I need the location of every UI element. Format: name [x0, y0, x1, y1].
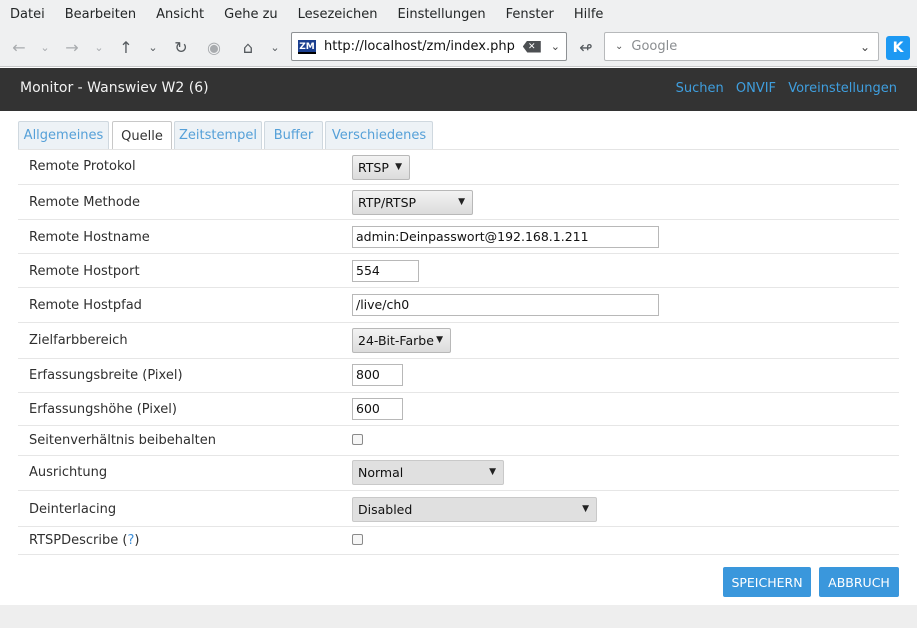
select-remote-protokol[interactable]: RTSP ▼: [352, 155, 410, 180]
menu-einstellungen[interactable]: Einstellungen: [398, 7, 486, 22]
input-erfassungsbreite[interactable]: 800: [352, 364, 403, 386]
page-title: Monitor - Wanswiev W2 (6): [20, 80, 209, 96]
label-remote-hostname: Remote Hostname: [29, 230, 150, 245]
menu-fenster[interactable]: Fenster: [506, 7, 554, 22]
input-remote-hostname[interactable]: admin:Deinpasswort@192.168.1.211: [352, 226, 659, 248]
label-seitenverhaeltnis: Seitenverhältnis beibehalten: [29, 433, 216, 448]
url-history-chevron-icon[interactable]: ⌄: [551, 40, 560, 53]
address-text[interactable]: http://localhost/zm/index.php: [324, 39, 523, 54]
form-row-ausrichtung: Ausrichtung Normal ▼: [18, 456, 899, 491]
label-remote-hostport: Remote Hostport: [29, 264, 140, 279]
checkbox-seitenverhaeltnis[interactable]: [352, 434, 363, 445]
label-erfassungsbreite: Erfassungsbreite (Pixel): [29, 368, 183, 383]
label-rtspdescribe: RTSPDescribe (?): [29, 533, 139, 548]
menu-hilfe[interactable]: Hilfe: [574, 7, 604, 22]
label-deinterlacing: Deinterlacing: [29, 502, 117, 517]
select-remote-protokol-value: RTSP: [358, 160, 389, 175]
form-row-remote-protokol: Remote Protokol RTSP ▼: [18, 150, 899, 185]
menu-datei[interactable]: Datei: [10, 7, 45, 22]
select-deinterlacing[interactable]: Disabled ▼: [352, 497, 597, 522]
form-row-erfassungsbreite: Erfassungsbreite (Pixel) 800: [18, 359, 899, 393]
cancel-button[interactable]: ABBRUCH: [819, 567, 899, 597]
search-engine-chevron-icon[interactable]: ⌄: [615, 41, 623, 52]
form-row-erfassungshoehe: Erfassungshöhe (Pixel) 600: [18, 393, 899, 426]
header-links: Suchen ONVIF Voreinstellungen: [668, 81, 897, 96]
menu-ansicht[interactable]: Ansicht: [156, 7, 204, 22]
up-history-chevron-icon[interactable]: ⌄: [143, 37, 163, 57]
home-icon[interactable]: ⌂: [238, 37, 258, 57]
form-row-remote-hostpfad: Remote Hostpfad /live/ch0: [18, 288, 899, 323]
go-arrow-icon[interactable]: ↫: [576, 37, 596, 57]
site-favicon-icon: ZM: [298, 39, 316, 54]
chevron-down-icon: ▼: [489, 467, 496, 477]
browser-menubar: Datei Bearbeiten Ansicht Gehe zu Lesezei…: [0, 0, 917, 28]
chevron-down-icon: ▼: [582, 504, 589, 514]
page-footer: [0, 605, 917, 628]
select-deinterlacing-value: Disabled: [358, 502, 413, 517]
back-arrow-icon[interactable]: ←: [9, 37, 29, 57]
select-ausrichtung[interactable]: Normal ▼: [352, 460, 504, 485]
select-zielfarbbereich[interactable]: 24-Bit-Farbe ▼: [352, 328, 451, 353]
chevron-down-icon: ▼: [436, 335, 443, 345]
menu-lesezeichen[interactable]: Lesezeichen: [298, 7, 378, 22]
tab-verschiedenes[interactable]: Verschiedenes: [325, 121, 433, 149]
form-row-remote-methode: Remote Methode RTP/RTSP ▼: [18, 185, 899, 220]
back-history-chevron-icon[interactable]: ⌄: [35, 37, 55, 57]
search-bar[interactable]: ⌄ Google ⌄: [604, 32, 879, 61]
input-erfassungshoehe[interactable]: 600: [352, 398, 403, 420]
input-remote-hostport[interactable]: 554: [352, 260, 419, 282]
tab-allgemeines[interactable]: Allgemeines: [18, 121, 109, 149]
app-header: Monitor - Wanswiev W2 (6) Suchen ONVIF V…: [0, 68, 917, 111]
up-arrow-icon[interactable]: ↑: [116, 37, 136, 57]
stop-icon[interactable]: ◉: [204, 37, 224, 57]
select-remote-methode-value: RTP/RTSP: [358, 195, 417, 210]
save-button[interactable]: SPEICHERN: [723, 567, 811, 597]
select-ausrichtung-value: Normal: [358, 465, 404, 480]
tab-buffer[interactable]: Buffer: [264, 121, 323, 149]
label-erfassungshoehe: Erfassungshöhe (Pixel): [29, 402, 177, 417]
search-input[interactable]: Google: [631, 39, 860, 54]
help-close-paren: ): [134, 533, 140, 548]
reload-icon[interactable]: ↻: [171, 37, 191, 57]
chevron-down-icon: ▼: [458, 197, 465, 207]
kde-logo-icon[interactable]: K: [886, 36, 910, 60]
form-row-seitenverhaeltnis: Seitenverhältnis beibehalten: [18, 426, 899, 456]
search-dropdown-icon[interactable]: ⌄: [860, 40, 870, 54]
forward-history-chevron-icon[interactable]: ⌄: [89, 37, 109, 57]
browser-toolbar: ← ⌄ → ⌄ ↑ ⌄ ↻ ◉ ⌂ ⌄ ZM http://localhost/…: [0, 28, 917, 67]
menu-bearbeiten[interactable]: Bearbeiten: [65, 7, 136, 22]
select-remote-methode[interactable]: RTP/RTSP ▼: [352, 190, 473, 215]
input-remote-hostpfad[interactable]: /live/ch0: [352, 294, 659, 316]
menu-gehe-zu[interactable]: Gehe zu: [224, 7, 278, 22]
checkbox-rtspdescribe[interactable]: [352, 534, 363, 545]
source-settings-form: Remote Protokol RTSP ▼ Remote Methode RT…: [18, 149, 899, 555]
label-remote-hostpfad: Remote Hostpfad: [29, 298, 142, 313]
link-suchen[interactable]: Suchen: [676, 81, 724, 96]
label-ausrichtung: Ausrichtung: [29, 465, 108, 480]
select-zielfarbbereich-value: 24-Bit-Farbe: [358, 333, 434, 348]
chevron-down-icon: ▼: [395, 162, 402, 172]
form-row-zielfarbbereich: Zielfarbbereich 24-Bit-Farbe ▼: [18, 323, 899, 359]
form-row-deinterlacing: Deinterlacing Disabled ▼: [18, 491, 899, 527]
form-row-rtspdescribe: RTSPDescribe (?): [18, 527, 899, 555]
form-row-remote-hostport: Remote Hostport 554: [18, 254, 899, 288]
home-chevron-icon[interactable]: ⌄: [265, 37, 285, 57]
clear-url-icon[interactable]: ✕: [522, 40, 541, 53]
link-onvif[interactable]: ONVIF: [736, 81, 776, 96]
address-bar[interactable]: ZM http://localhost/zm/index.php ✕ ⌄: [291, 32, 567, 61]
label-rtspdescribe-text: RTSPDescribe: [29, 533, 119, 548]
label-remote-methode: Remote Methode: [29, 195, 141, 210]
tab-quelle[interactable]: Quelle: [112, 121, 172, 150]
forward-arrow-icon[interactable]: →: [62, 37, 82, 57]
label-zielfarbbereich: Zielfarbbereich: [29, 333, 128, 348]
link-voreinstellungen[interactable]: Voreinstellungen: [788, 81, 897, 96]
tab-zeitstempel[interactable]: Zeitstempel: [174, 121, 262, 149]
form-row-remote-hostname: Remote Hostname admin:Deinpasswort@192.1…: [18, 220, 899, 254]
label-remote-protokol: Remote Protokol: [29, 159, 136, 174]
